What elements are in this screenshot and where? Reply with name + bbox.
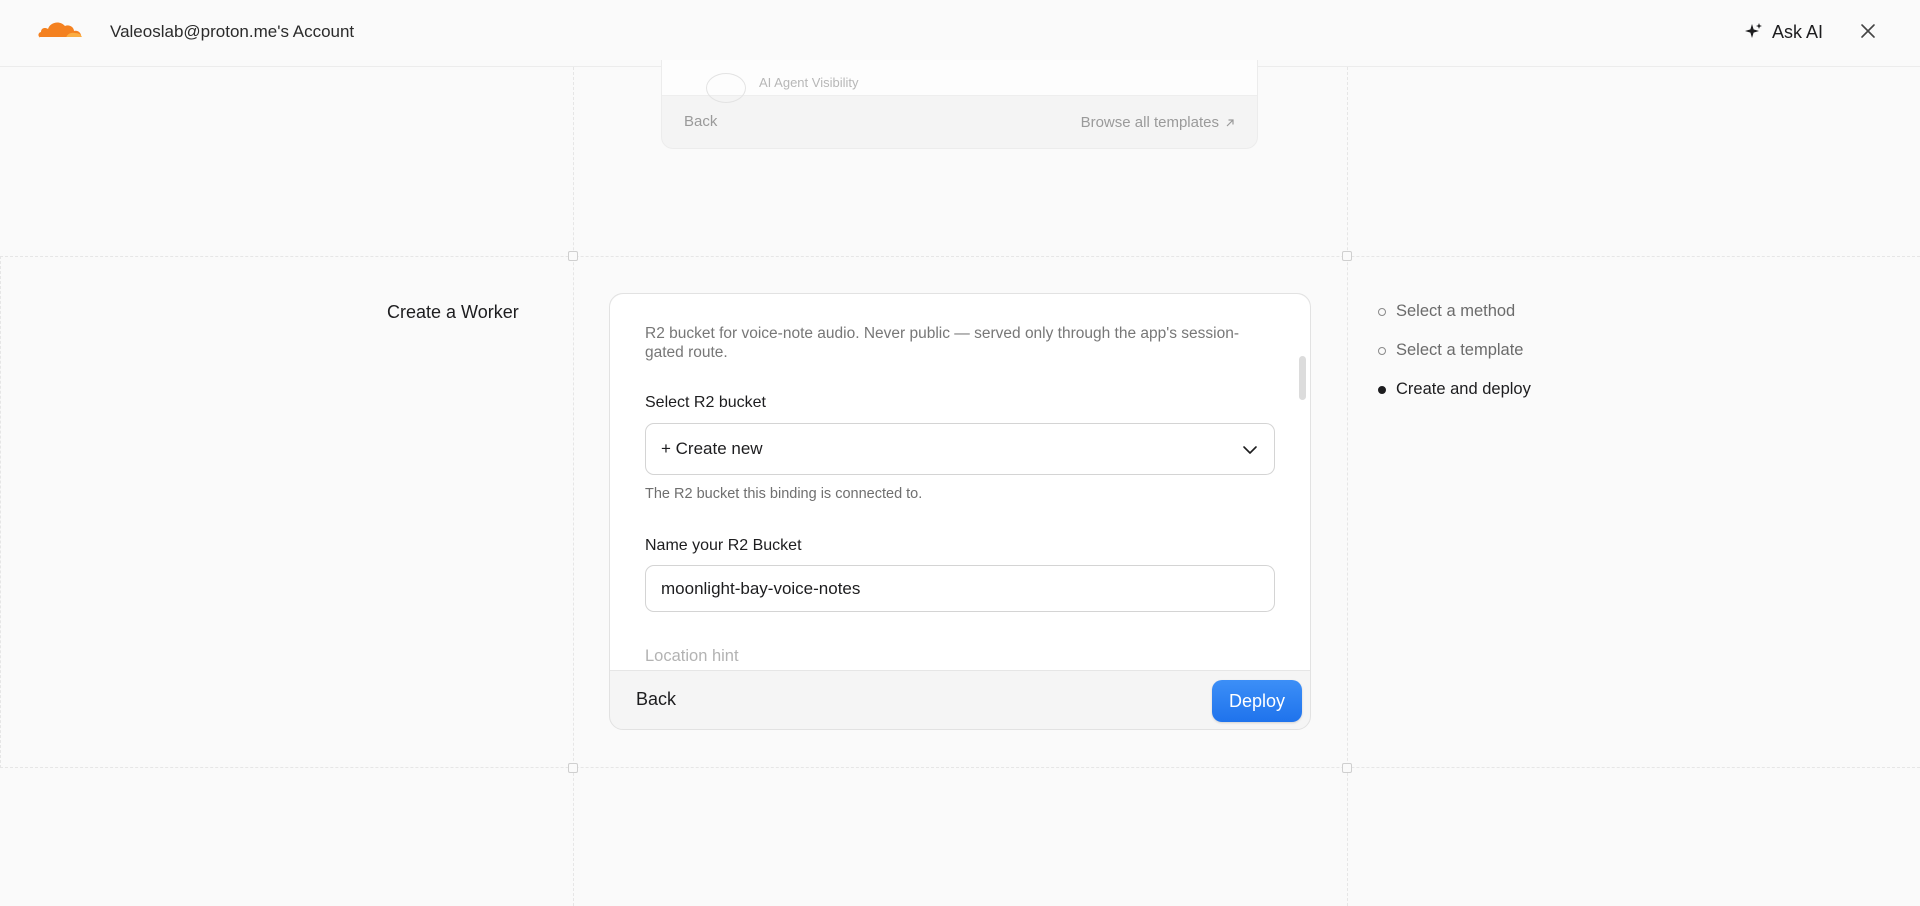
bucket-name-label: Name your R2 Bucket	[645, 537, 802, 554]
step-select-method[interactable]: Select a method	[1378, 302, 1515, 321]
account-name[interactable]: Valeoslab@proton.me's Account	[110, 22, 354, 42]
step-create-deploy[interactable]: Create and deploy	[1378, 380, 1531, 399]
close-icon[interactable]	[1858, 21, 1878, 41]
ask-ai-button[interactable]: Ask AI	[1744, 18, 1823, 46]
page-title: Create a Worker	[387, 302, 519, 322]
previous-back-button[interactable]: Back	[684, 113, 717, 130]
corner-handle	[1342, 251, 1352, 261]
chevron-down-icon	[1243, 446, 1257, 454]
step-label: Create and deploy	[1396, 380, 1531, 398]
browse-templates-link[interactable]: Browse all templates	[1081, 114, 1235, 131]
template-list: AI Agent Visibility	[662, 60, 1257, 103]
ask-ai-label: Ask AI	[1772, 21, 1824, 42]
sparkle-icon	[1745, 23, 1762, 38]
card-body: R2 bucket for voice-note audio. Never pu…	[610, 294, 1310, 671]
step-dot-icon	[1378, 346, 1386, 355]
corner-handle	[1342, 763, 1352, 773]
corner-handle	[568, 763, 578, 773]
cloudflare-logo[interactable]	[36, 18, 84, 42]
guide-line-right	[1347, 67, 1348, 906]
guide-line-left	[573, 67, 574, 906]
corner-handle	[568, 251, 578, 261]
bucket-name-input[interactable]	[645, 565, 1275, 612]
step-dot-icon	[1378, 385, 1386, 394]
binding-description: R2 bucket for voice-note audio. Never pu…	[645, 325, 1240, 361]
location-hint-label: Location hint	[645, 647, 739, 665]
step-label: Select a method	[1396, 302, 1516, 320]
step-dot-icon	[1378, 307, 1386, 316]
select-help-text: The R2 bucket this binding is connected …	[645, 486, 923, 502]
scrollbar-thumb[interactable]	[1299, 356, 1306, 400]
select-bucket-label: Select R2 bucket	[645, 394, 766, 411]
create-deploy-card: R2 bucket for voice-note audio. Never pu…	[609, 293, 1311, 730]
back-button[interactable]: Back	[636, 689, 676, 710]
external-link-icon	[1226, 118, 1234, 126]
top-bar: Valeoslab@proton.me's Account Ask AI	[0, 0, 1920, 67]
browse-templates-label: Browse all templates	[1080, 114, 1219, 131]
template-item-label[interactable]: AI Agent Visibility	[759, 75, 858, 90]
r2-bucket-select[interactable]: + Create new	[645, 423, 1275, 475]
deploy-button[interactable]: Deploy	[1212, 680, 1302, 722]
previous-step-card: AI Agent Visibility Back Browse all temp…	[661, 60, 1258, 149]
step-label: Select a template	[1396, 341, 1524, 359]
select-value: + Create new	[661, 439, 763, 458]
step-select-template[interactable]: Select a template	[1378, 341, 1524, 360]
template-icon	[706, 73, 746, 103]
